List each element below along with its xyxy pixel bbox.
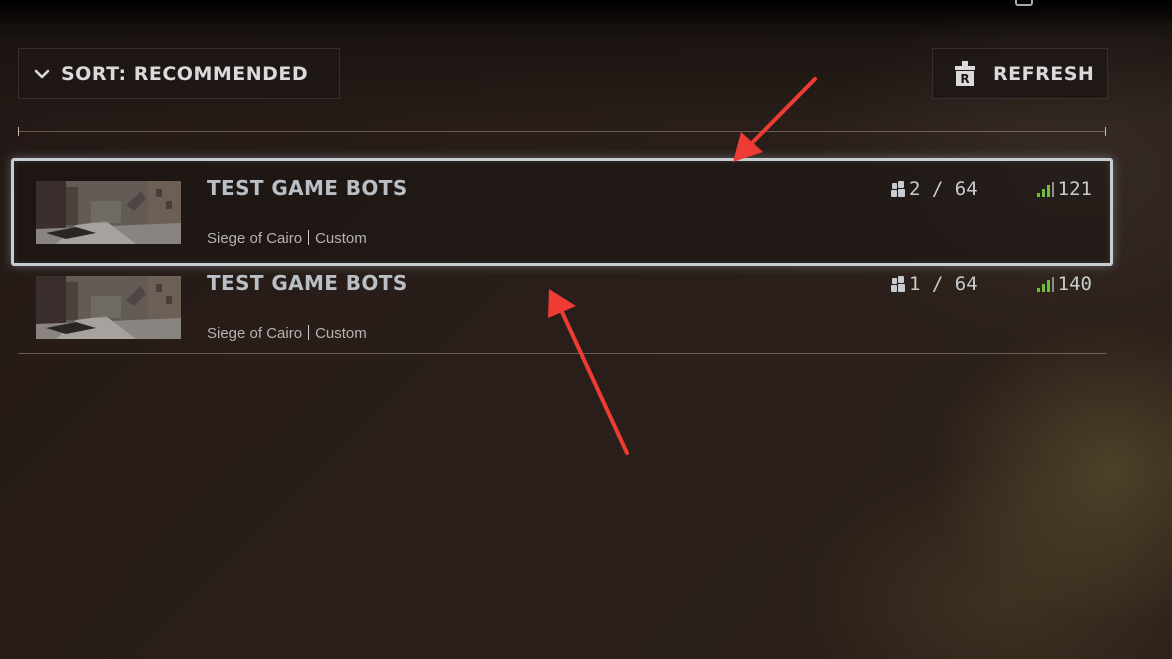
annotation-overlay: [548, 77, 817, 455]
annotation-arrow: [733, 77, 817, 162]
annotation-arrow: [548, 289, 629, 455]
